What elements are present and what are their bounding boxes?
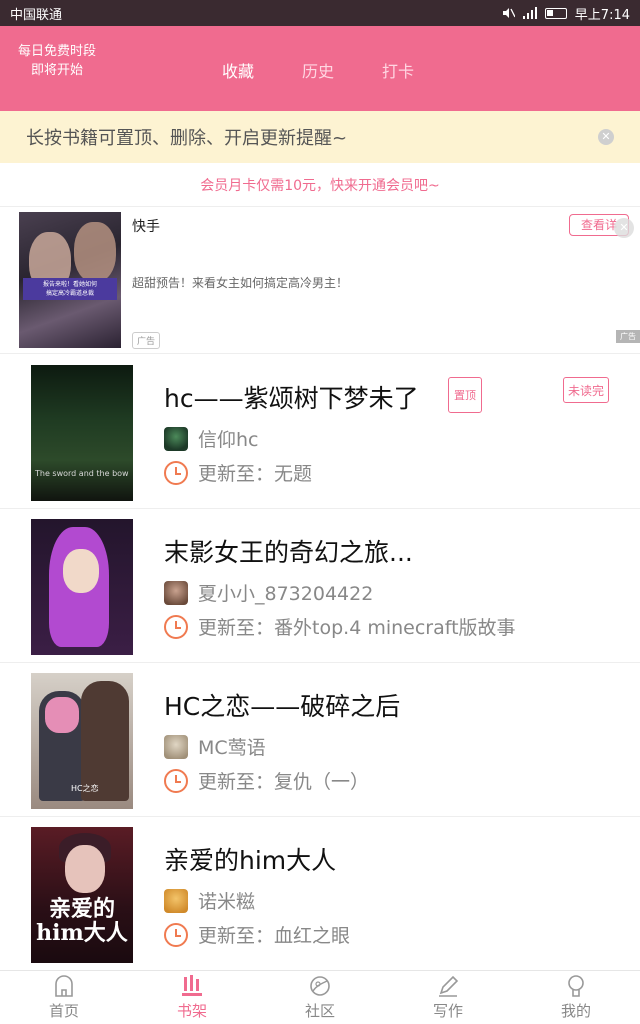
author-row: 夏小小_873204422 [164,579,373,606]
update-row: 更新至：番外top.4 minecraft版故事 [164,613,516,640]
nav-profile-label: 我的 [560,1002,591,1020]
book-cover [31,519,133,655]
signal-icon [522,7,537,19]
pencil-icon [439,975,459,997]
carrier-label: 中国联通 [10,7,63,23]
mute-icon [502,8,515,18]
clock-icon [164,922,188,947]
time-label: 早上7:14 [574,7,630,23]
cover-text: 亲爱的 him大人 [36,896,128,946]
book-item[interactable]: 末影女王的奇幻之旅... 夏小小_873204422 更新至：番外top.4 m… [0,509,640,663]
author-row: MC莺语 [164,733,266,760]
tip-banner: 长按书籍可置顶、删除、开启更新提醒~ ✕ [0,111,640,163]
ad-description: 超甜预告！来看女主如何搞定高冷男主！ [132,276,349,290]
ad-image: 报告来啦！看她如何 搞定高冷霸道总裁 [19,212,121,348]
book-title: 亲爱的him大人 [164,846,337,875]
nav-home-label: 首页 [48,1002,79,1020]
author-row: 诺米糍 [164,887,255,914]
clock-icon [164,460,188,485]
cover-text: HC之恋 [71,784,99,793]
ad-card[interactable]: 报告来啦！看她如何 搞定高冷霸道总裁 快手 超甜预告！来看女主如何搞定高冷男主！… [0,208,640,354]
update-chapter: 番外top.4 minecraft版故事 [274,617,516,639]
book-item[interactable]: 亲爱的 him大人 亲爱的him大人 诺米糍 更新至：血红之眼 [0,817,640,971]
tab-favorites[interactable]: 收藏 [222,58,254,82]
pinned-badge: 置顶 [448,377,482,413]
ad-image-caption: 报告来啦！看她如何 搞定高冷霸道总裁 [23,278,117,300]
nav-write[interactable]: 写作 [384,971,512,1024]
nav-bookshelf-label: 书架 [176,1002,207,1020]
profile-icon [568,975,584,997]
nav-community-label: 社区 [304,1002,335,1020]
ad-tag: 广告 [132,332,161,349]
book-cover: 亲爱的 him大人 [31,827,133,963]
tab-checkin[interactable]: 打卡 [382,58,414,82]
bookshelf-tabs: 收藏 历史 打卡 [222,58,414,82]
nav-profile[interactable]: 我的 [512,971,640,1024]
author-avatar [164,580,188,605]
unfinished-badge: 未读完 [563,377,609,403]
tip-text: 长按书籍可置顶、删除、开启更新提醒~ [26,128,348,149]
ad-corner-tag: 广告 [616,330,640,343]
update-chapter: 血红之眼 [274,925,351,947]
author-avatar [164,734,188,759]
update-prefix: 更新至： [198,925,275,947]
update-prefix: 更新至： [198,617,275,639]
ad-title: 快手 [132,219,160,235]
clock-icon [164,614,188,639]
update-row: 更新至：血红之眼 [164,921,350,948]
update-row: 更新至：复仇（一） [164,767,369,794]
book-cover: HC之恋 [31,673,133,809]
nav-home[interactable]: 首页 [0,971,128,1024]
update-row: 更新至：无题 [164,459,312,486]
author-name: MC莺语 [198,737,266,759]
update-chapter: 无题 [274,463,313,485]
book-cover: The sword and the bow [31,365,133,501]
nav-bookshelf[interactable]: 书架 [128,971,256,1024]
author-name: 夏小小_873204422 [198,583,374,605]
free-period-subtitle: 即将开始 [31,63,84,78]
free-period-button[interactable]: 每日免费时段 即将开始 [18,42,96,80]
book-title: 末影女王的奇幻之旅... [164,538,413,567]
vip-banner-text: 会员月卡仅需10元，快来开通会员吧~ [200,177,440,194]
author-avatar [164,888,188,913]
bottom-nav: 首页 书架 社区 写作 我的 [0,970,640,1024]
community-icon [310,976,330,996]
author-avatar [164,426,188,451]
nav-community[interactable]: 社区 [256,971,384,1024]
home-icon [55,975,73,997]
book-title: hc——紫颂树下梦未了 [164,384,419,413]
update-prefix: 更新至： [198,771,275,793]
ad-close-icon[interactable]: ✕ [614,218,634,238]
update-chapter: 复仇（一） [274,771,370,793]
author-name: 信仰hc [198,429,259,451]
author-name: 诺米糍 [198,891,256,913]
free-period-title: 每日免费时段 [18,44,97,59]
book-title: HC之恋——破碎之后 [164,692,401,721]
cover-text: The sword and the bow [35,469,129,478]
bookshelf-icon [182,975,202,996]
status-bar: 中国联通 早上7:14 [0,0,640,26]
update-prefix: 更新至： [198,463,275,485]
clock-icon [164,768,188,793]
book-item[interactable]: The sword and the bow hc——紫颂树下梦未了 置顶 未读完… [0,355,640,509]
app-header: 每日免费时段 即将开始 收藏 历史 打卡 [0,26,640,111]
nav-write-label: 写作 [432,1002,463,1020]
tab-history[interactable]: 历史 [302,58,334,82]
vip-banner[interactable]: 会员月卡仅需10元，快来开通会员吧~ [0,163,640,207]
author-row: 信仰hc [164,425,259,452]
close-icon[interactable]: ✕ [598,129,614,145]
battery-icon [544,7,567,19]
book-item[interactable]: HC之恋 HC之恋——破碎之后 MC莺语 更新至：复仇（一） [0,663,640,817]
